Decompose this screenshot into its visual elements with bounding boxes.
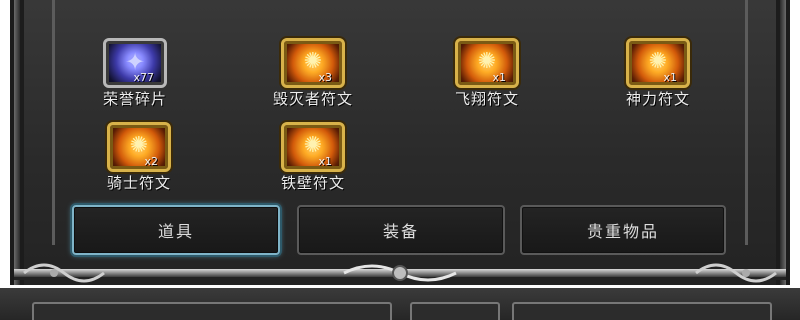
inventory-slot[interactable]: ✺ x1 神力符文: [578, 38, 738, 114]
tab-props[interactable]: 道具: [72, 205, 280, 255]
flight-rune-icon[interactable]: ✺ x1: [455, 38, 519, 88]
flame-glyph-icon: ✺: [477, 48, 497, 74]
flame-glyph-icon: ✺: [648, 48, 668, 74]
item-count: x1: [492, 71, 506, 84]
flame-glyph-icon: ✺: [129, 132, 149, 158]
item-count: x1: [318, 155, 332, 168]
ornamental-border: [14, 263, 786, 283]
inventory-slot[interactable]: ✺ x3 毁灭者符文: [233, 38, 393, 114]
bottom-button-left[interactable]: [32, 302, 392, 320]
destroyer-rune-icon[interactable]: ✺ x3: [281, 38, 345, 88]
iron-wall-rune-icon[interactable]: ✺ x1: [281, 122, 345, 172]
honor-shard-icon[interactable]: ✦ x77: [103, 38, 167, 88]
knight-rune-icon[interactable]: ✺ x2: [107, 122, 171, 172]
inventory-slot[interactable]: ✺ x1 铁壁符文: [233, 122, 393, 198]
flame-glyph-icon: ✺: [303, 132, 323, 158]
tab-label: 贵重物品: [586, 222, 659, 241]
item-name: 毁灭者符文: [272, 90, 353, 108]
inventory-slot[interactable]: ✺ x2 骑士符文: [59, 122, 219, 198]
item-name: 飞翔符文: [454, 90, 519, 108]
item-name: 铁壁符文: [280, 174, 345, 192]
item-count: x1: [663, 71, 677, 84]
tab-equipment[interactable]: 装备: [297, 205, 505, 255]
flame-glyph-icon: ✺: [303, 48, 323, 74]
item-count: x77: [133, 71, 154, 84]
inventory-item-grid: ✦ x77 荣誉碎片 ✺ x3 毁灭者符文 ✺ x1 飞翔符文 ✺ x1 神力符…: [0, 0, 800, 200]
tab-label: 道具: [157, 222, 194, 241]
divine-power-rune-icon[interactable]: ✺ x1: [626, 38, 690, 88]
item-name: 神力符文: [625, 90, 690, 108]
inventory-slot[interactable]: ✺ x1 飞翔符文: [407, 38, 567, 114]
bottom-button-right[interactable]: [512, 302, 772, 320]
item-name: 骑士符文: [106, 174, 171, 192]
tab-valuables[interactable]: 贵重物品: [520, 205, 726, 255]
inventory-slot[interactable]: ✦ x77 荣誉碎片: [55, 38, 215, 114]
bottom-button-middle[interactable]: [410, 302, 500, 320]
item-count: x2: [144, 155, 158, 168]
inventory-screen: ✦ x77 荣誉碎片 ✺ x3 毁灭者符文 ✺ x1 飞翔符文 ✺ x1 神力符…: [0, 0, 800, 320]
inventory-tab-bar: 道具 装备 贵重物品: [0, 205, 800, 261]
tab-label: 装备: [382, 222, 419, 241]
item-name: 荣誉碎片: [102, 90, 167, 108]
item-count: x3: [318, 71, 332, 84]
